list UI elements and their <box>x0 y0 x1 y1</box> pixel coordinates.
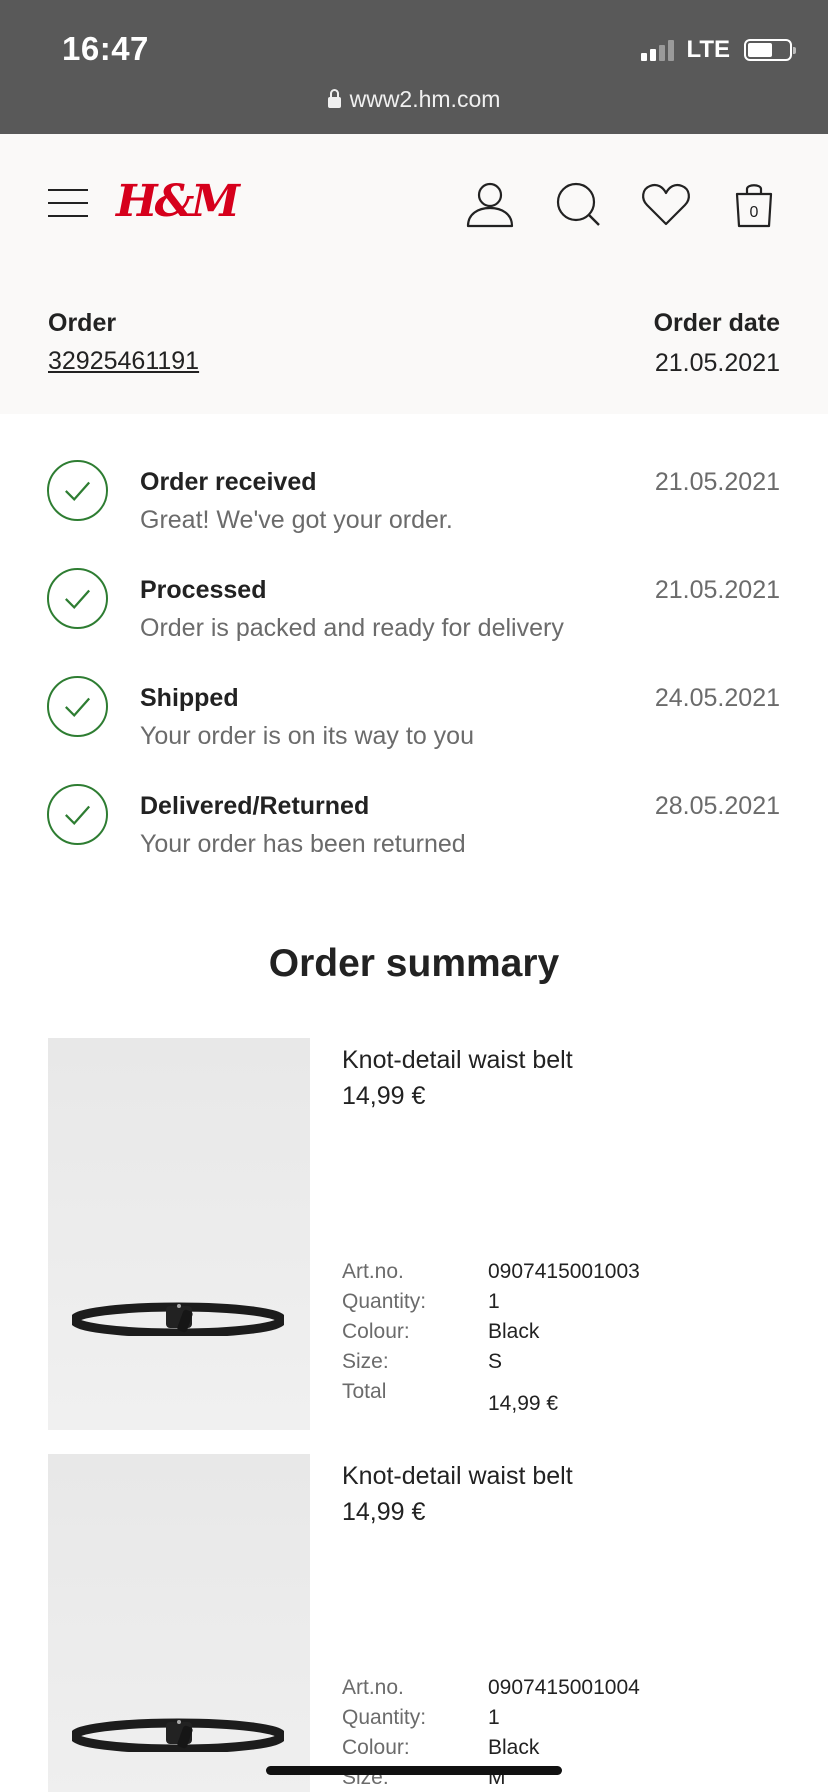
step-description: Your order has been returned <box>140 830 466 858</box>
art-no-label: Art.no. <box>342 1260 404 1283</box>
product-price: 14,99 € <box>342 1082 426 1110</box>
order-date-value: 21.05.2021 <box>654 349 780 377</box>
art-no-label: Art.no. <box>342 1676 404 1699</box>
check-circle-icon <box>47 460 108 521</box>
check-circle-icon <box>47 784 108 845</box>
home-indicator[interactable] <box>266 1766 562 1775</box>
lock-icon <box>327 89 341 108</box>
step-description: Great! We've got your order. <box>140 506 453 534</box>
check-circle-icon <box>47 676 108 737</box>
timeline-step-shipped: Shipped Your order is on its way to you … <box>0 676 828 766</box>
step-description: Your order is on its way to you <box>140 722 474 750</box>
step-date: 21.05.2021 <box>654 576 780 604</box>
product-price: 14,99 € <box>342 1498 426 1526</box>
cart-count: 0 <box>750 204 759 221</box>
colour-value: Black <box>488 1320 540 1343</box>
colour-label: Colour: <box>342 1736 410 1759</box>
quantity-label: Quantity: <box>342 1290 427 1313</box>
order-label: Order <box>48 309 117 337</box>
step-title: Delivered/Returned <box>140 792 370 820</box>
timeline-step-delivered: Delivered/Returned Your order has been r… <box>0 784 828 874</box>
signal-icon <box>641 39 675 61</box>
quantity-value: 1 <box>488 1290 500 1313</box>
quantity-value: 1 <box>488 1706 500 1729</box>
product-image[interactable] <box>48 1454 310 1792</box>
order-summary-heading: Order summary <box>268 942 560 985</box>
heart-icon[interactable] <box>640 178 692 230</box>
check-circle-icon <box>47 568 108 629</box>
art-no-value: 0907415001004 <box>488 1676 640 1699</box>
product-name[interactable]: Knot-detail waist belt <box>342 1046 573 1075</box>
belt-image <box>72 1718 284 1752</box>
colour-label: Colour: <box>342 1320 410 1343</box>
status-time: 16:47 <box>62 30 149 67</box>
order-date-label: Order date <box>653 309 780 337</box>
battery-icon <box>744 39 796 61</box>
total-label: Total <box>342 1380 387 1403</box>
url-text: www2.hm.com <box>349 86 501 112</box>
search-icon[interactable] <box>552 178 604 230</box>
timeline-step-received: Order received Great! We've got your ord… <box>0 460 828 550</box>
total-value: 14,99 € <box>488 1392 559 1415</box>
step-date: 21.05.2021 <box>654 468 780 496</box>
quantity-label: Quantity: <box>342 1706 427 1729</box>
timeline-step-processed: Processed Order is packed and ready for … <box>0 568 828 658</box>
step-date: 28.05.2021 <box>654 792 780 820</box>
url-bar[interactable]: www2.hm.com <box>0 86 828 113</box>
product-name[interactable]: Knot-detail waist belt <box>342 1462 573 1491</box>
colour-value: Black <box>488 1736 540 1759</box>
belt-image <box>72 1302 284 1336</box>
size-value: S <box>488 1350 503 1373</box>
step-title: Shipped <box>140 684 239 712</box>
network-type: LTE <box>686 36 730 63</box>
size-label: Size: <box>342 1350 389 1373</box>
status-bar: 16:47 LTE www2.hm.com <box>0 0 828 134</box>
step-description: Order is packed and ready for delivery <box>140 614 564 642</box>
product-image[interactable] <box>48 1038 310 1430</box>
account-icon[interactable] <box>464 178 516 230</box>
step-date: 24.05.2021 <box>654 684 780 712</box>
menu-icon[interactable] <box>48 189 88 217</box>
step-title: Order received <box>140 468 317 496</box>
site-header: H&M 0 Order 32925461191 Order date 21.05… <box>0 134 828 414</box>
status-indicators: LTE <box>641 36 796 64</box>
hm-logo[interactable]: H&M <box>116 176 240 227</box>
step-title: Processed <box>140 576 267 604</box>
shopping-bag-icon[interactable]: 0 <box>728 178 780 230</box>
art-no-value: 0907415001003 <box>488 1260 640 1283</box>
order-number-link[interactable]: 32925461191 <box>48 347 199 376</box>
